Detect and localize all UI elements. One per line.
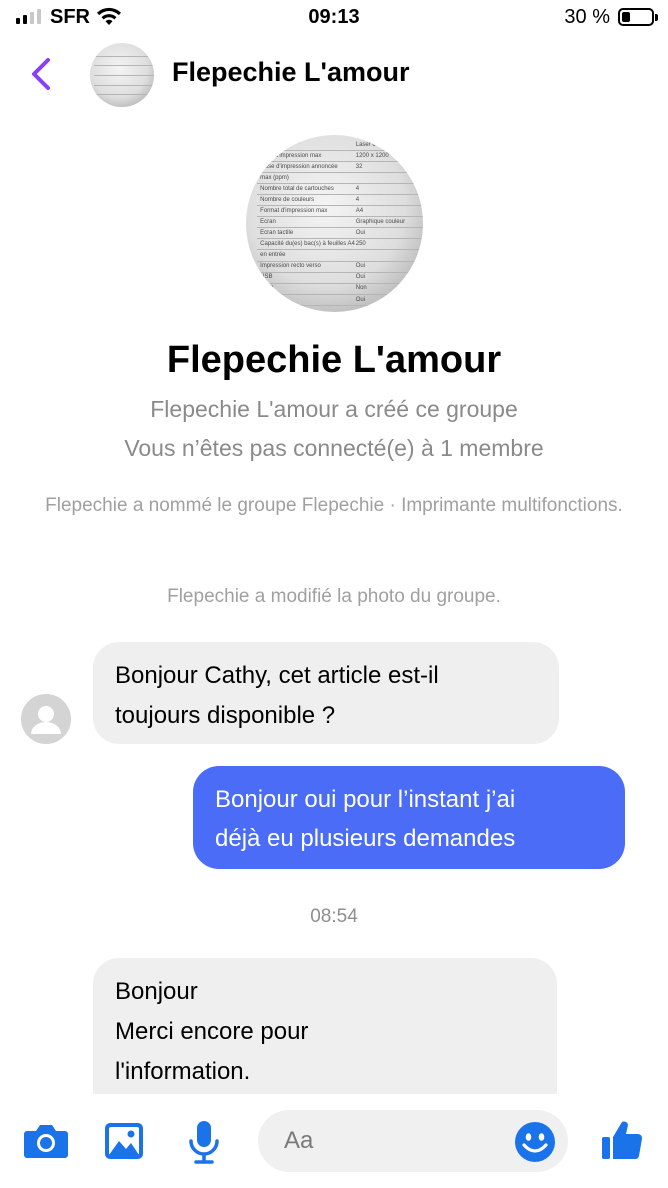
message-text: Bonjour [115, 978, 198, 1005]
photo-table-value: Non [355, 285, 367, 292]
incoming-message-bubble[interactable]: Bonjour Merci encore pour l'information. [93, 958, 557, 1108]
microphone-icon [189, 1121, 219, 1164]
battery-icon [618, 8, 658, 26]
group-photo: impression Laser c ution d'impression max 1… [246, 135, 423, 312]
photo-table-value: 32 [355, 163, 363, 170]
group-avatar-small[interactable] [90, 43, 154, 107]
photo-table-label: Ecran tactile [260, 230, 294, 237]
photo-table-label: en entrée [260, 252, 286, 259]
photo-table-label: Ecran [260, 219, 276, 226]
photo-table-label: Impression recto verso [260, 263, 321, 270]
photo-table-line [256, 172, 423, 174]
chevron-left-icon [32, 58, 50, 90]
emoji-button[interactable] [514, 1121, 556, 1168]
photo-table-label: tesse d'impression annoncée [260, 163, 338, 170]
status-bar: SFR 09:13 30 % [0, 0, 668, 38]
thumbs-up-icon [602, 1121, 643, 1160]
photo-table-label: Format d'impression max [260, 208, 328, 214]
photo-table-label: USB [260, 274, 273, 281]
emoji-icon [515, 1122, 555, 1162]
photo-table-value: 1200 x 1200 [355, 152, 389, 159]
photo-table-line [256, 249, 423, 251]
photo-table-label: impression [260, 141, 290, 148]
photo-table-label: tooth [260, 285, 274, 292]
conversation-header: Flepechie L'amour [0, 38, 668, 112]
photo-table-line [256, 183, 423, 185]
battery-percentage: 30 % [564, 6, 610, 28]
camera-icon [24, 1125, 68, 1158]
default-user-icon [21, 694, 71, 744]
message-text: Bonjour oui pour l’instant j’ai [215, 786, 516, 813]
photo-table-label: Capacité du(es) bac(s) à feuilles A4 [260, 241, 355, 248]
sender-avatar[interactable] [21, 694, 71, 744]
group-creator-text: Flepechie L'amour a créé ce groupe [150, 396, 518, 422]
photo-table-value: Oui [355, 274, 366, 281]
photo-spec-table: impression Laser c ution d'impression max 1… [246, 135, 423, 312]
photo-table-line [256, 205, 423, 207]
message-text: Bonjour Cathy, cet article est-il [115, 662, 439, 689]
camera-button[interactable] [23, 1123, 69, 1164]
photo-table-label: Nombre de couleurs [260, 196, 315, 203]
photo-table-label: Nombre total de cartouches [260, 185, 334, 192]
photo-table-line [256, 293, 423, 295]
photo-table-line [256, 149, 423, 151]
conversation-title[interactable]: Flepechie L'amour [172, 57, 409, 88]
photo-table-line [256, 271, 423, 273]
photo-table-line [256, 160, 423, 162]
photo-table-value: A4 [355, 208, 364, 214]
message-composer [0, 1094, 668, 1188]
back-button[interactable] [24, 54, 58, 94]
outgoing-message-bubble[interactable]: Bonjour oui pour l’instant j’ai déjà eu … [193, 766, 625, 869]
photo-table-line [256, 304, 423, 306]
message-text: déjà eu plusieurs demandes [215, 825, 516, 852]
message-text: toujours disponible ? [115, 702, 336, 729]
group-photo [90, 43, 154, 107]
group-avatar-large[interactable]: impression Laser c ution d'impression max 1… [246, 135, 423, 312]
photo-table-line [256, 260, 423, 262]
photo-table-line [256, 282, 423, 284]
group-photo-changed-event: Flepechie a modifié la photo du groupe. [167, 586, 501, 607]
photo-table-line [256, 216, 423, 218]
photo-table-line [256, 227, 423, 229]
photo-table-value: Oui [355, 230, 366, 237]
photo-table-value: Oui [355, 296, 366, 303]
photo-table-value: Oui [355, 263, 366, 270]
incoming-message-bubble[interactable]: Bonjour Cathy, cet article est-il toujou… [93, 642, 559, 744]
photo-table-value: 4 [355, 196, 360, 203]
photo-table-value: 4 [355, 185, 360, 192]
voice-message-button[interactable] [187, 1119, 221, 1170]
photo-table-value: Graphique couleur [355, 219, 406, 226]
photo-table-line [256, 194, 423, 196]
message-text: Merci encore pour [115, 1018, 309, 1045]
group-renamed-event: Flepechie a nommé le groupe Flepechie · … [45, 495, 623, 516]
message-timestamp: 08:54 [310, 906, 358, 927]
message-text: l'information. [115, 1058, 251, 1085]
connection-status-text: Vous n’êtes pas connecté(e) à 1 membre [124, 435, 544, 461]
photo-table-line [256, 238, 423, 240]
gallery-icon [105, 1123, 143, 1159]
photo-table-value: 250 [355, 241, 366, 248]
like-button[interactable] [600, 1118, 644, 1167]
photo-table-label: ution d'impression max [260, 152, 322, 159]
group-name: Flepechie L'amour [166, 339, 502, 381]
photo-table-label: max (ppm) [260, 174, 289, 181]
gallery-button[interactable] [103, 1121, 145, 1166]
photo-table-value: Laser c [355, 141, 376, 148]
